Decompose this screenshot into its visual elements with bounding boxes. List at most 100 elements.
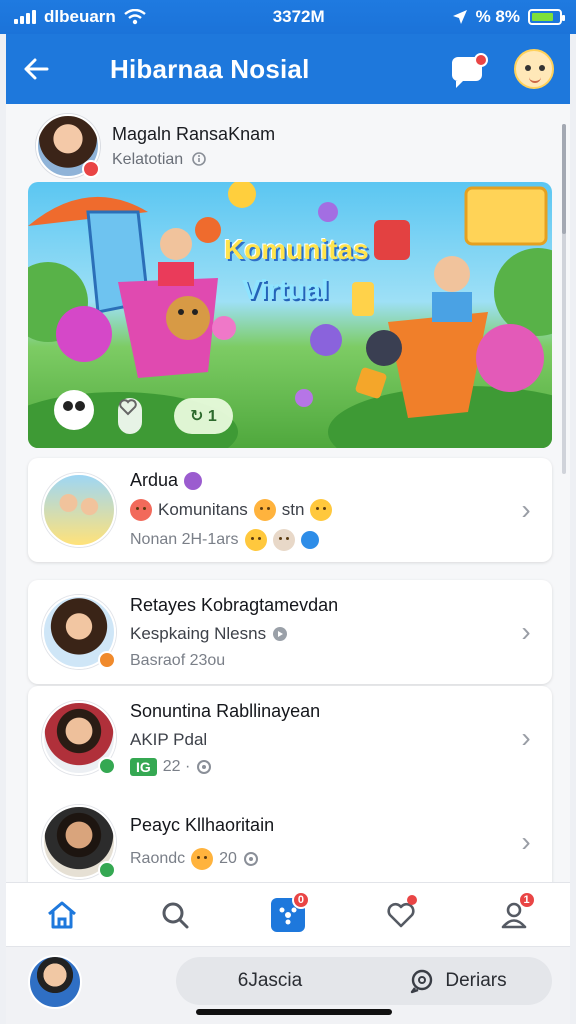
battery-percent: % 8% [475,7,520,26]
mascot-avatar-icon[interactable] [514,49,554,89]
notification-badge: 1 [517,890,536,909]
settings-icon [197,759,212,774]
list-item-title-text: Ardua [130,469,179,490]
info-icon [191,151,206,166]
nav-profile[interactable]: 1 [486,887,542,943]
emoji-icon [191,847,214,870]
list-item-meta: Basraof 23ou [130,651,226,669]
group-tag: IG [130,757,157,776]
heart-icon [387,902,415,927]
chat-notification-dot [474,53,488,67]
status-bar: dlbeuarn 3372M % 8% [0,0,576,34]
scrollbar[interactable] [562,124,566,474]
info-icon [273,626,288,641]
list-item-line: Komunitans stn [130,498,508,521]
chevron-right-icon[interactable]: › [508,494,544,526]
location-arrow-icon [452,10,467,24]
footer-actions: 6Jascia Deriars [176,957,552,1005]
verified-badge [184,471,203,490]
search-icon [162,902,189,928]
list-item-meta-text: 22 · [162,757,191,775]
list-item-line-text: Komunitans [158,499,248,519]
avatar[interactable] [28,955,82,1009]
bottom-nav: 0 1 [6,882,570,946]
chat-search-icon [411,969,433,994]
feed-content[interactable]: Magaln RansaKnam Kelatotian Komunitas Vi… [6,104,570,882]
chevron-right-icon[interactable]: › [508,826,544,858]
post-header[interactable]: Magaln RansaKnam Kelatotian [36,114,275,178]
chevron-right-icon[interactable]: › [508,616,544,648]
list-item-line: Kespkaing Nlesns [130,624,508,644]
list-item-line-text: Kespkaing Nlesns [130,623,267,643]
status-badge [98,651,116,669]
group-avatar[interactable] [42,473,116,547]
emoji-icon [130,498,152,521]
list-item[interactable]: Peayc Kllhaoritain Raondc 20 › [28,790,552,882]
page-title: Hibarnaa Nosial [110,53,310,84]
back-button[interactable] [6,34,66,104]
emoji-icon [244,528,267,551]
carrier-name: dlbeuarn [44,7,116,26]
signal-icon [14,10,36,24]
emoji-icon [253,498,276,521]
footer-right-button[interactable]: Deriars [364,957,552,1005]
list-item-title: Ardua [130,470,508,491]
post-subtitle: Kelatotian [112,151,275,169]
banner-title: Komunitas [224,234,369,265]
list-item-meta: Nonan 2H-1ars [130,528,508,551]
notification-dot [406,894,417,905]
avatar[interactable] [36,114,100,178]
post-author[interactable]: Magaln RansaKnam [112,124,275,145]
heart-outline-icon [119,399,137,416]
scrollbar-thumb[interactable] [562,124,566,234]
footer-left-button[interactable]: 6Jascia [176,957,364,1005]
notification-badge: 0 [291,890,310,909]
chat-button[interactable] [450,49,490,89]
list-item-meta-text: 20 [219,849,237,867]
banner-subtitle: Virtual [242,274,329,305]
nav-home[interactable] [34,887,90,943]
avatar[interactable] [42,805,116,879]
nav-search[interactable] [147,887,203,943]
list-item-meta: IG 22 · [130,757,508,776]
emoji-icon [272,528,295,551]
list-item[interactable]: Ardua Komunitans stn Nonan 2H-1ars › [28,458,552,562]
status-badge [98,757,116,775]
list-item-line: AKIP Pdal [130,729,208,749]
chevron-right-icon[interactable]: › [508,722,544,754]
banner-illustration [28,182,552,448]
avatar[interactable] [42,701,116,775]
react-button[interactable] [118,398,142,434]
post-subtitle-text: Kelatotian [112,150,184,168]
list-item-title: Retayes Kobragtamevdan [130,594,339,615]
list-item-line-extra: stn [281,499,305,519]
footer-left-label: 6Jascia [237,970,303,991]
footer-bar: 6Jascia Deriars [6,946,570,1024]
battery-icon [527,9,565,25]
list-item-line-text: Raondc [130,849,186,867]
app-header: Hibarnaa Nosial [6,34,570,104]
list-group[interactable]: Sonuntina Rabllinayean AKIP Pdal IG 22 ·… [28,686,552,882]
list-item-title: Peayc Kllhaoritain [130,814,275,835]
share-label: ↻ 1 [190,408,217,425]
list-item-meta: Raondc 20 [130,847,508,870]
list-item[interactable]: Retayes Kobragtamevdan Kespkaing Nlesns … [28,580,552,684]
list-item-meta-text: Nonan 2H-1ars [130,530,239,548]
status-badge [98,861,116,879]
footer-right-label: Deriars [445,970,507,991]
share-button[interactable]: ↻ 1 [174,398,233,434]
arrow-left-icon [24,58,49,80]
home-indicator[interactable] [196,1009,392,1015]
status-badge [82,160,100,178]
community-banner[interactable]: Komunitas Virtual ↻ 1 [28,182,552,448]
list-item-title: Sonuntina Rabllinayean [130,700,321,721]
nav-favorites[interactable] [373,887,429,943]
link-icon [300,530,319,549]
list-item[interactable]: Sonuntina Rabllinayean AKIP Pdal IG 22 ·… [28,686,552,790]
emoji-icon [310,498,333,521]
status-time: 3372M [272,7,325,26]
nav-community[interactable]: 0 [260,887,316,943]
avatar[interactable] [42,595,116,669]
wifi-icon [124,9,146,25]
settings-icon [243,851,258,866]
